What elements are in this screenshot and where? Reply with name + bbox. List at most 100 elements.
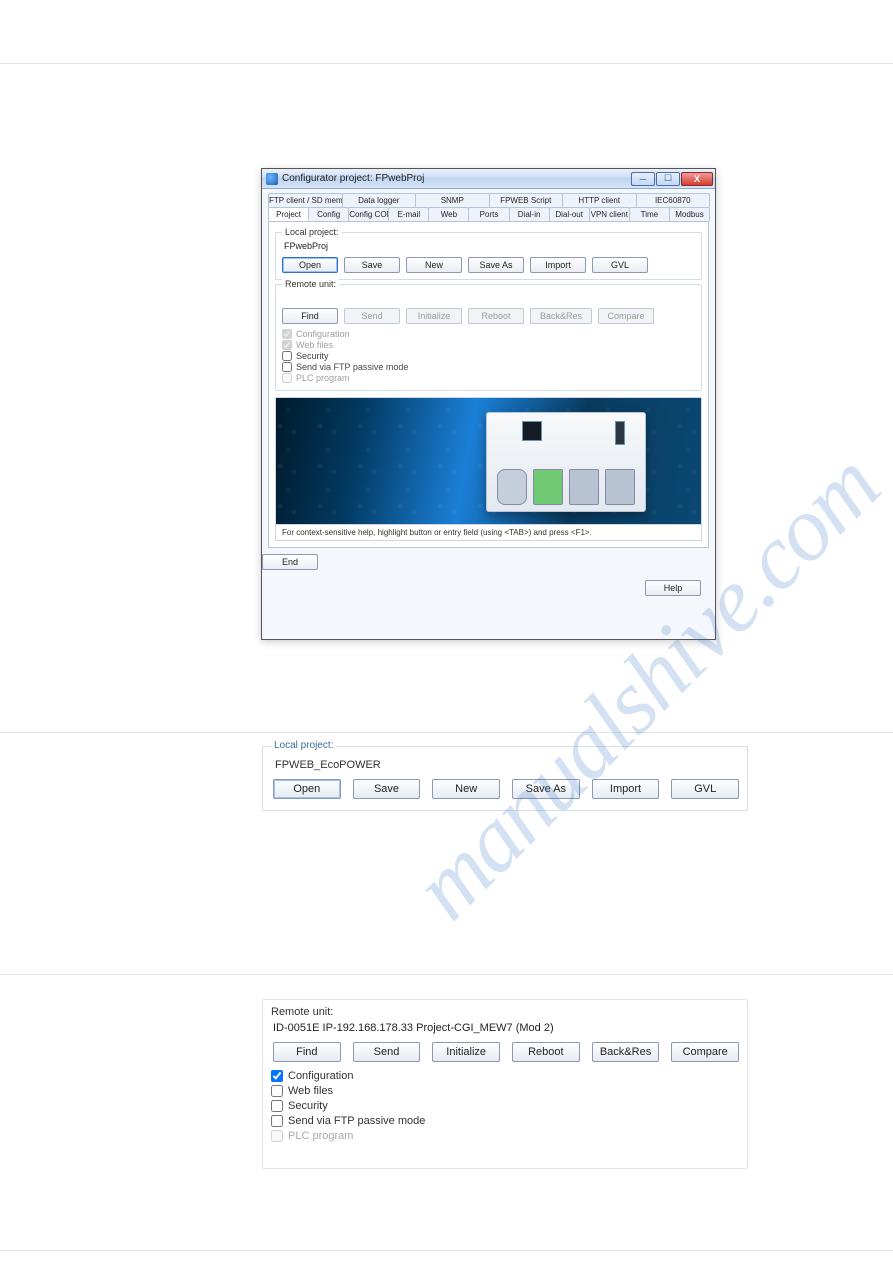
close-button[interactable]: X bbox=[681, 172, 713, 186]
minimize-button[interactable]: ─ bbox=[631, 172, 655, 186]
find-button[interactable]: Find bbox=[282, 308, 338, 324]
tab-snmp[interactable]: SNMP bbox=[415, 193, 490, 207]
send-button[interactable]: Send bbox=[353, 1042, 421, 1062]
chk-passive[interactable]: Send via FTP passive mode bbox=[282, 362, 695, 372]
tab-fpwebscript[interactable]: FPWEB Script bbox=[489, 193, 564, 207]
save-button[interactable]: Save bbox=[353, 779, 421, 799]
tab-panel-project: Local project: FPwebProj Open Save New S… bbox=[268, 221, 709, 548]
tab-modbus[interactable]: Modbus bbox=[669, 207, 710, 221]
chk-plc-box[interactable] bbox=[271, 1130, 283, 1142]
tab-email[interactable]: E-mail bbox=[388, 207, 429, 221]
new-button[interactable]: New bbox=[432, 779, 500, 799]
banner-image bbox=[275, 397, 702, 525]
save-button[interactable]: Save bbox=[344, 257, 400, 273]
chk-webfiles-box[interactable] bbox=[282, 340, 292, 350]
backres-button[interactable]: Back&Res bbox=[592, 1042, 660, 1062]
local-buttons: Open Save New Save As Import GVL bbox=[282, 257, 695, 273]
find-button[interactable]: Find bbox=[273, 1042, 341, 1062]
chk-passive-box[interactable] bbox=[282, 362, 292, 372]
chk-webfiles[interactable]: Web files bbox=[271, 1085, 739, 1097]
gvl-button[interactable]: GVL bbox=[671, 779, 739, 799]
app-icon bbox=[266, 173, 278, 185]
chk-plc-label: PLC program bbox=[296, 373, 350, 383]
end-button[interactable]: End bbox=[262, 554, 318, 570]
local-detail-buttons: Open Save New Save As Import GVL bbox=[273, 779, 739, 799]
tab-datalogger[interactable]: Data logger bbox=[342, 193, 417, 207]
window-title: Configurator project: FPwebProj bbox=[282, 173, 631, 184]
chk-plc-box[interactable] bbox=[282, 373, 292, 383]
local-project-name: FPwebProj bbox=[284, 241, 695, 251]
chk-webfiles-label: Web files bbox=[296, 340, 333, 350]
reboot-button[interactable]: Reboot bbox=[512, 1042, 580, 1062]
import-button[interactable]: Import bbox=[530, 257, 586, 273]
initialize-button[interactable]: Initialize bbox=[432, 1042, 500, 1062]
import-button[interactable]: Import bbox=[592, 779, 660, 799]
chk-configuration-label: Configuration bbox=[296, 329, 350, 339]
chk-plc[interactable]: PLC program bbox=[282, 373, 695, 383]
local-project-detail: Local project: FPWEB_EcoPOWER Open Save … bbox=[262, 746, 748, 811]
tab-dialout[interactable]: Dial-out bbox=[549, 207, 590, 221]
chk-security[interactable]: Security bbox=[282, 351, 695, 361]
divider bbox=[0, 1250, 893, 1251]
send-button[interactable]: Send bbox=[344, 308, 400, 324]
tab-vpn[interactable]: VPN client bbox=[589, 207, 630, 221]
chk-configuration-box[interactable] bbox=[271, 1070, 283, 1082]
window-body: FTP client / SD memory card Data logger … bbox=[262, 189, 715, 554]
chk-security-label: Security bbox=[288, 1100, 328, 1112]
tab-ftp[interactable]: FTP client / SD memory card bbox=[268, 193, 343, 207]
terminal-connector-icon bbox=[533, 469, 563, 505]
tab-project[interactable]: Project bbox=[268, 207, 309, 221]
window-controls: ─ ☐ X bbox=[631, 172, 713, 186]
new-button[interactable]: New bbox=[406, 257, 462, 273]
chk-security-box[interactable] bbox=[282, 351, 292, 361]
chk-passive-label: Send via FTP passive mode bbox=[296, 362, 408, 372]
chk-security[interactable]: Security bbox=[271, 1100, 739, 1112]
chk-webfiles-label: Web files bbox=[288, 1085, 333, 1097]
connector-icon bbox=[605, 469, 635, 505]
remote-unit-group: Remote unit: Find Send Initialize Reboot… bbox=[275, 284, 702, 391]
chk-security-box[interactable] bbox=[271, 1100, 283, 1112]
chk-configuration[interactable]: Configuration bbox=[282, 329, 695, 339]
tab-time[interactable]: Time bbox=[629, 207, 670, 221]
connector-icon bbox=[569, 469, 599, 505]
chk-configuration[interactable]: Configuration bbox=[271, 1070, 739, 1082]
serial-connector-icon bbox=[497, 469, 527, 505]
titlebar[interactable]: Configurator project: FPwebProj ─ ☐ X bbox=[262, 169, 715, 189]
compare-button[interactable]: Compare bbox=[671, 1042, 739, 1062]
chk-passive[interactable]: Send via FTP passive mode bbox=[271, 1115, 739, 1127]
chk-passive-box[interactable] bbox=[271, 1115, 283, 1127]
remote-unit-detail-legend: Remote unit: bbox=[271, 1006, 739, 1018]
initialize-button[interactable]: Initialize bbox=[406, 308, 462, 324]
divider bbox=[0, 732, 893, 733]
remote-detail-checks: Configuration Web files Security Send vi… bbox=[271, 1070, 739, 1142]
maximize-button[interactable]: ☐ bbox=[656, 172, 680, 186]
help-strip: For context-sensitive help, highlight bu… bbox=[275, 525, 702, 541]
chk-webfiles-box[interactable] bbox=[271, 1085, 283, 1097]
saveas-button[interactable]: Save As bbox=[512, 779, 580, 799]
chk-configuration-box[interactable] bbox=[282, 329, 292, 339]
tab-iec60870[interactable]: IEC60870 bbox=[636, 193, 711, 207]
local-project-legend: Local project: bbox=[282, 227, 342, 237]
open-button[interactable]: Open bbox=[273, 779, 341, 799]
local-project-detail-legend: Local project: bbox=[271, 740, 336, 751]
reboot-button[interactable]: Reboot bbox=[468, 308, 524, 324]
tab-configcom[interactable]: Config COM bbox=[348, 207, 389, 221]
saveas-button[interactable]: Save As bbox=[468, 257, 524, 273]
chk-plc[interactable]: PLC program bbox=[271, 1130, 739, 1142]
tab-ports[interactable]: Ports bbox=[468, 207, 509, 221]
remote-buttons: Find Send Initialize Reboot Back&Res Com… bbox=[282, 308, 695, 324]
backres-button[interactable]: Back&Res bbox=[530, 308, 592, 324]
tab-http[interactable]: HTTP client bbox=[562, 193, 637, 207]
chk-webfiles[interactable]: Web files bbox=[282, 340, 695, 350]
tab-config[interactable]: Config bbox=[308, 207, 349, 221]
chk-passive-label: Send via FTP passive mode bbox=[288, 1115, 425, 1127]
help-button[interactable]: Help bbox=[645, 580, 701, 596]
open-button[interactable]: Open bbox=[282, 257, 338, 273]
tab-web[interactable]: Web bbox=[428, 207, 469, 221]
compare-button[interactable]: Compare bbox=[598, 308, 654, 324]
gvl-button[interactable]: GVL bbox=[592, 257, 648, 273]
tab-dialin[interactable]: Dial-in bbox=[509, 207, 550, 221]
remote-unit-detail: Remote unit: ID-0051E IP-192.168.178.33 … bbox=[262, 999, 748, 1169]
remote-checks: Configuration Web files Security Send vi… bbox=[282, 329, 695, 383]
divider bbox=[0, 974, 893, 975]
